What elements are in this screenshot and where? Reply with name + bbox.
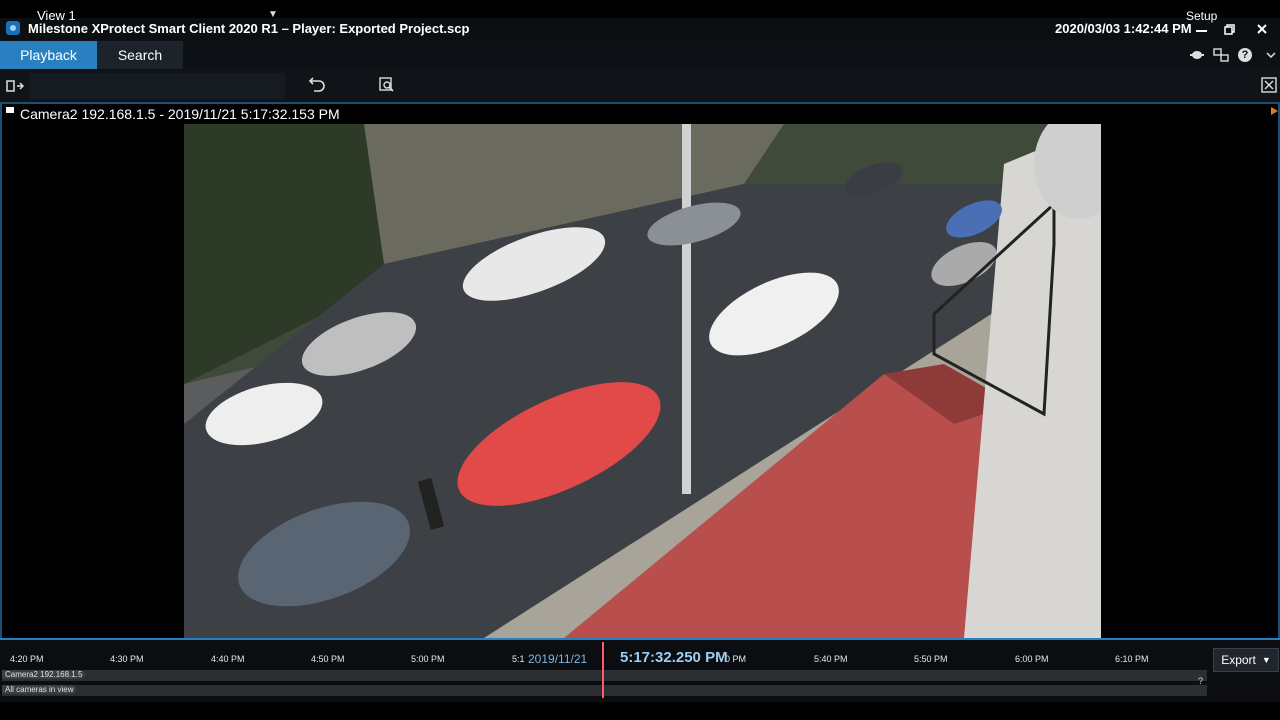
chevron-down-icon: ▼ [1261, 655, 1271, 665]
view-selector[interactable] [30, 73, 285, 99]
tab-search[interactable]: Search [97, 41, 183, 69]
setup-button[interactable]: Setup [1186, 9, 1217, 23]
help-icon[interactable]: ? [1236, 46, 1254, 64]
fullscreen-icon[interactable] [1260, 76, 1278, 94]
timeline-date: 2019/11/21 [528, 652, 588, 666]
timeline-tick: 5:1 [512, 654, 525, 664]
current-playback-time: 5:17:32.250 PM [620, 649, 728, 666]
timeline-tick: 4:50 PM [311, 654, 345, 664]
playhead[interactable] [602, 642, 604, 698]
track-label: Camera2 192.168.1.5 [2, 670, 86, 679]
dropdown-caret-icon[interactable]: ▼ [268, 9, 278, 20]
timeline-tick: 6:10 PM [1115, 654, 1149, 664]
camera-video-feed[interactable] [184, 124, 1101, 638]
camera-recording-track[interactable] [2, 670, 1207, 681]
track-label: All cameras in view [2, 685, 77, 694]
title-bar: Milestone XProtect Smart Client 2020 R1 … [0, 18, 1280, 40]
all-cameras-track[interactable] [2, 685, 1207, 696]
timeline-tick: 4:30 PM [110, 654, 144, 664]
timeline-tick: 4:40 PM [211, 654, 245, 664]
export-button[interactable]: Export ▼ [1213, 648, 1279, 672]
tab-playback[interactable]: Playback [0, 41, 97, 69]
timeline-tick: 4:20 PM [10, 654, 44, 664]
undo-view-icon[interactable] [308, 76, 326, 94]
app-logo-icon [6, 21, 20, 35]
timeline-tick: 5:50 PM [914, 654, 948, 664]
system-clock: 2020/03/03 1:42:44 PM [1055, 21, 1192, 36]
timeline-tick: 0 PM [725, 654, 747, 664]
windows-icon[interactable] [1212, 46, 1230, 64]
pane-toggle-icon[interactable] [6, 77, 24, 95]
track-help-icon[interactable]: ? [1198, 676, 1203, 686]
timeline-tick: 5:40 PM [814, 654, 848, 664]
export-label: Export [1221, 653, 1256, 667]
timeline-tick: 5:00 PM [411, 654, 445, 664]
restore-icon[interactable] [1214, 18, 1244, 40]
view-toolbar [0, 70, 1280, 104]
panel-menu-icon[interactable] [1271, 107, 1278, 115]
search-view-icon[interactable] [378, 76, 396, 94]
timeline-tick: 6:00 PM [1015, 654, 1049, 664]
connection-icon[interactable] [1188, 46, 1206, 64]
close-icon[interactable] [1247, 18, 1277, 40]
view-name: View 1 [37, 8, 76, 23]
window-title: Milestone XProtect Smart Client 2020 R1 … [28, 21, 470, 36]
camera-title: Camera2 192.168.1.5 - 2019/11/21 5:17:32… [20, 106, 340, 122]
chevron-down-icon[interactable] [1262, 46, 1280, 64]
street-scene-image [184, 124, 1101, 638]
tab-bar: Playback Search ? [0, 40, 1280, 70]
camera-icon [6, 107, 14, 113]
